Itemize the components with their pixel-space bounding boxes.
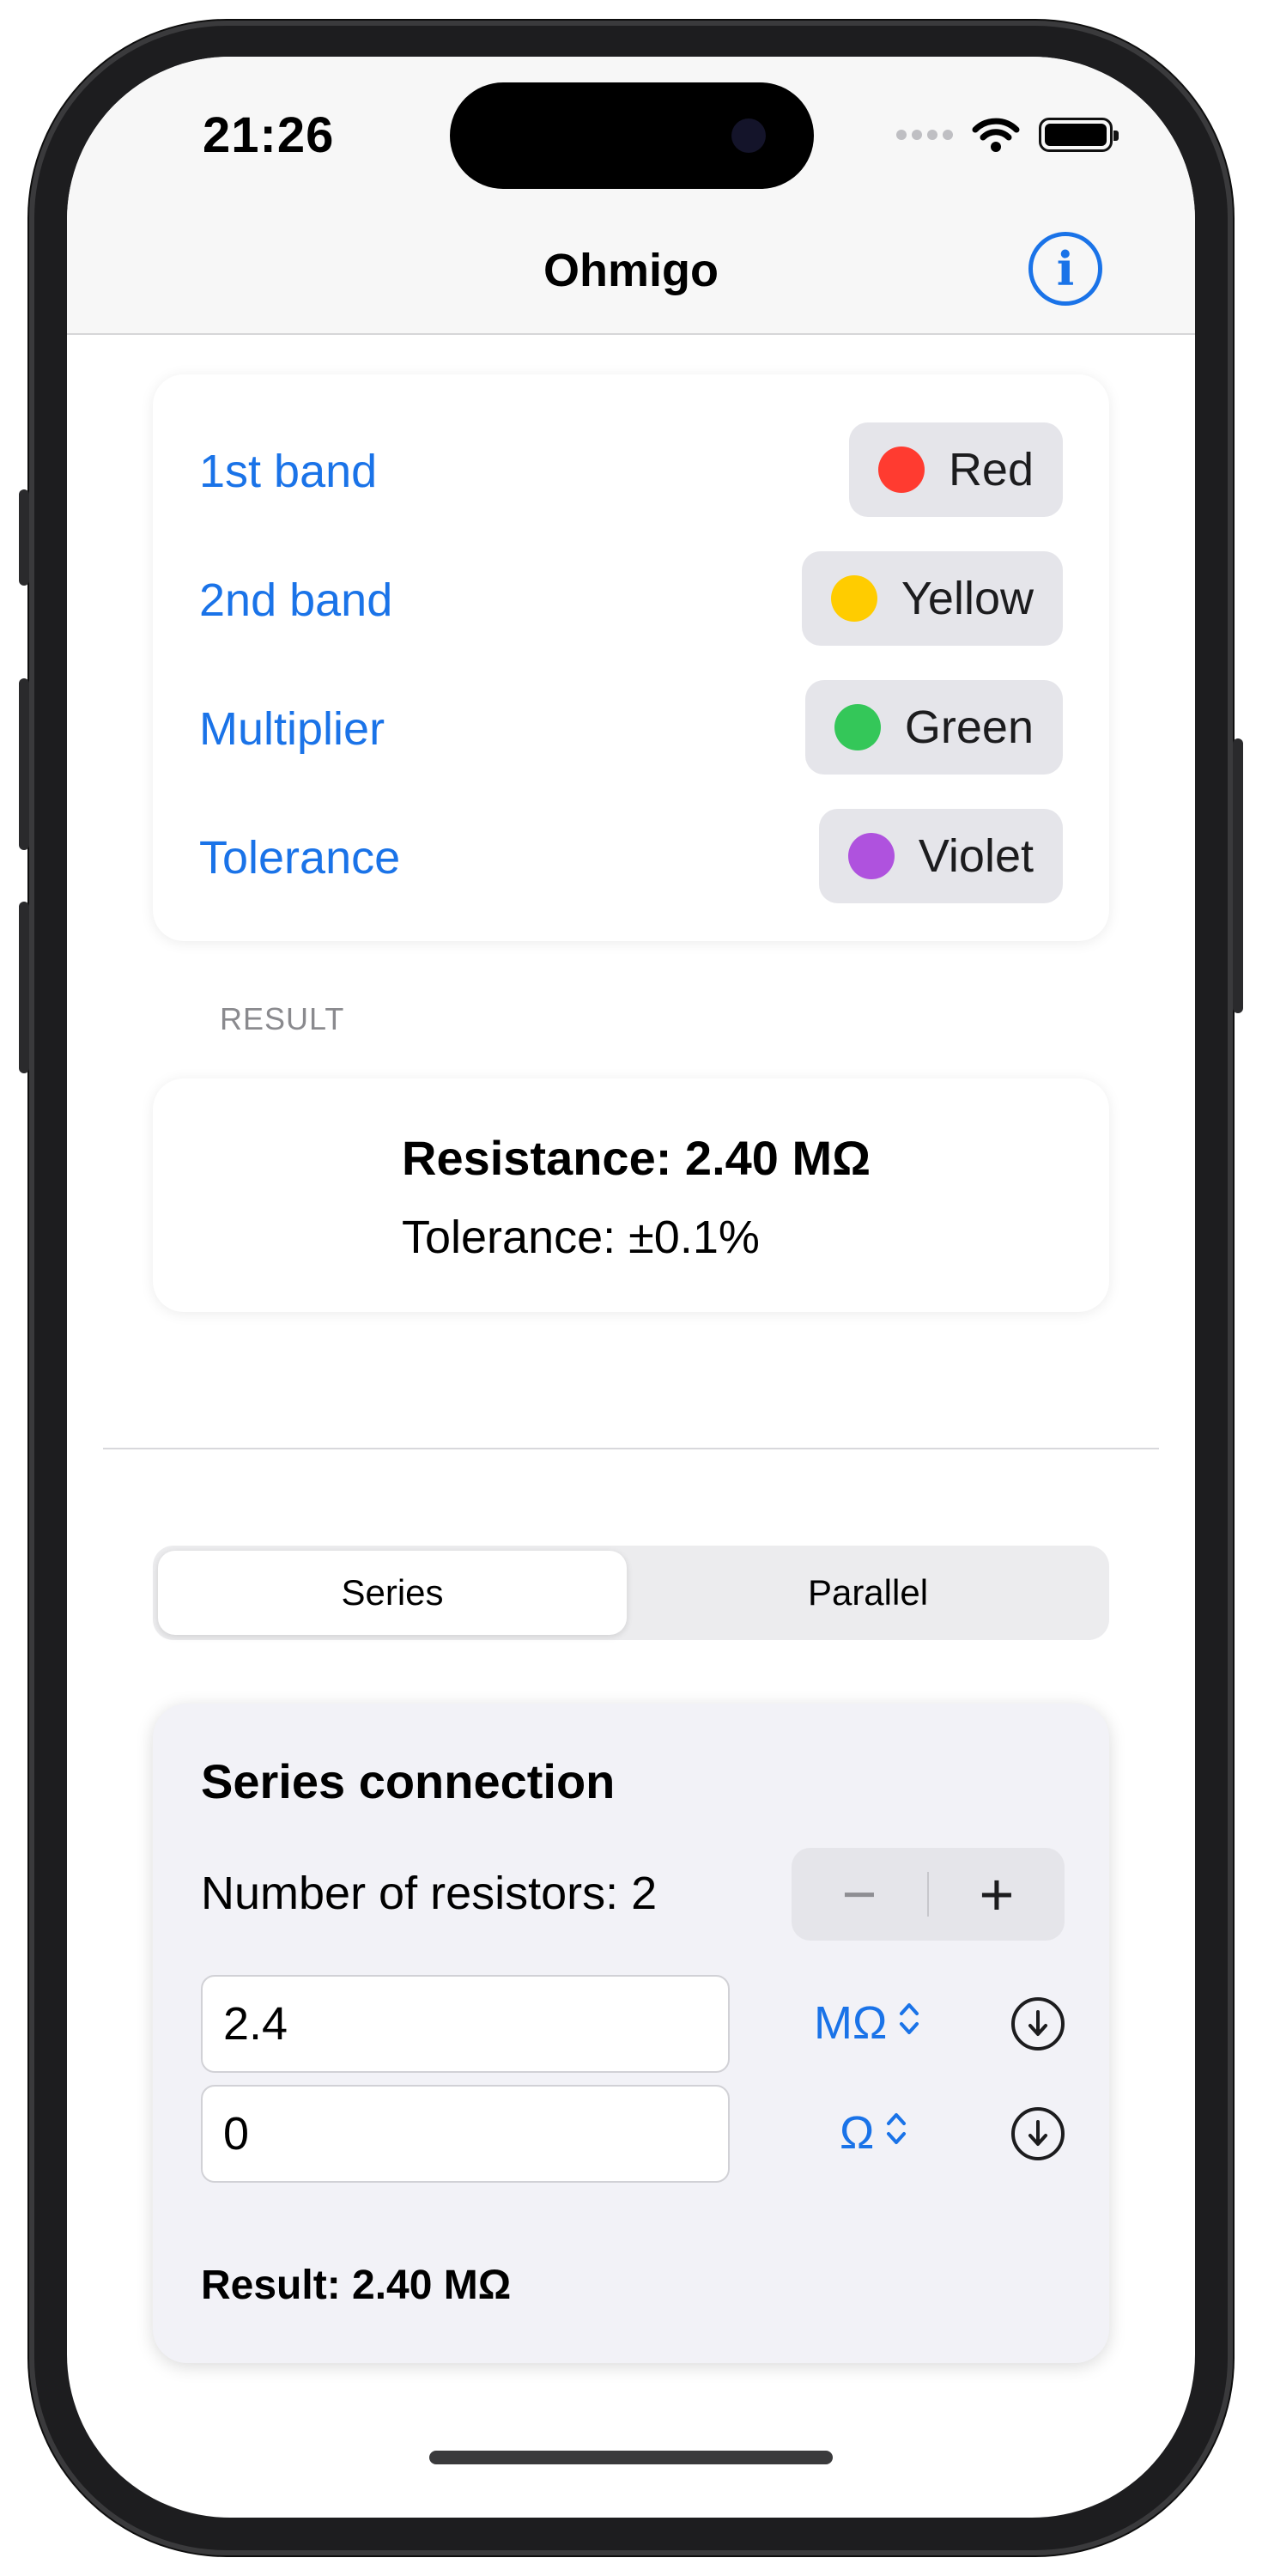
camera-icon: [731, 118, 766, 153]
info-circle-icon[interactable]: i: [1028, 232, 1102, 306]
screen: 21:26 Ohmigo i 1st band Red 2nd band Yel…: [67, 57, 1195, 2518]
band-row-multiplier[interactable]: Multiplier Green: [199, 680, 1063, 775]
arrow-down-circle-icon[interactable]: [1011, 2107, 1065, 2160]
increment-button[interactable]: +: [929, 1848, 1065, 1941]
band-label: Multiplier: [199, 703, 385, 755]
wifi-icon: [972, 118, 1020, 152]
power-button: [1233, 738, 1243, 1013]
color-swatch-icon: [830, 575, 877, 622]
band-label: 2nd band: [199, 574, 393, 626]
result-section-caption: RESULT: [220, 1001, 345, 1036]
unit-label: Ω: [840, 2107, 875, 2159]
band-row-1st[interactable]: 1st band Red: [199, 422, 1063, 517]
dynamic-island: [450, 82, 814, 189]
volume-up-button: [19, 678, 29, 850]
home-indicator[interactable]: [429, 2451, 833, 2464]
navigation-bar: 21:26 Ohmigo i: [67, 57, 1195, 335]
color-swatch-icon: [847, 833, 895, 879]
unit-picker-1[interactable]: MΩ: [814, 1989, 919, 2057]
band-colors-card: 1st band Red 2nd band Yellow Multiplier …: [153, 374, 1109, 941]
chevron-up-down-icon: [886, 2110, 907, 2156]
action-button: [19, 489, 29, 586]
color-name: Violet: [918, 830, 1034, 882]
color-picker-button[interactable]: Green: [804, 680, 1063, 775]
color-swatch-icon: [877, 447, 925, 493]
segment-series[interactable]: Series: [158, 1551, 627, 1635]
volume-down-button: [19, 902, 29, 1073]
resistor-count-stepper: − +: [792, 1848, 1065, 1941]
band-row-2nd[interactable]: 2nd band Yellow: [199, 551, 1063, 646]
decrement-button[interactable]: −: [792, 1848, 927, 1941]
resistance-result: Resistance: 2.40 MΩ: [402, 1131, 871, 1185]
status-time: 21:26: [203, 107, 335, 163]
color-picker-button[interactable]: Violet: [818, 809, 1063, 903]
chevron-up-down-icon: [899, 2000, 919, 2046]
unit-picker-2[interactable]: Ω: [840, 2099, 907, 2167]
section-divider: [103, 1448, 1159, 1449]
color-swatch-icon: [834, 704, 881, 750]
band-row-tolerance[interactable]: Tolerance Violet: [199, 809, 1063, 903]
segment-parallel[interactable]: Parallel: [634, 1551, 1102, 1635]
series-title: Series connection: [201, 1754, 616, 1808]
unit-label: MΩ: [814, 1997, 888, 2049]
color-picker-button[interactable]: Red: [848, 422, 1063, 517]
color-name: Green: [904, 702, 1034, 753]
resistor-value-input-2[interactable]: 0: [201, 2085, 730, 2183]
band-label: 1st band: [199, 446, 378, 497]
color-name: Red: [948, 444, 1034, 495]
connection-mode-segmented-control: Series Parallel: [153, 1546, 1109, 1640]
result-card: Resistance: 2.40 MΩ Tolerance: ±0.1%: [153, 1078, 1109, 1312]
series-connection-card: Series connection Number of resistors: 2…: [153, 1704, 1109, 2363]
color-picker-button[interactable]: Yellow: [801, 551, 1063, 646]
nav-title: Ohmigo: [543, 245, 719, 296]
resistor-count-label: Number of resistors: 2: [201, 1868, 658, 1919]
band-label: Tolerance: [199, 832, 401, 884]
color-name: Yellow: [901, 573, 1034, 624]
resistor-value-input-1[interactable]: 2.4: [201, 1975, 730, 2073]
device-stage: 21:26 Ohmigo i 1st band Red 2nd band Yel…: [0, 0, 1262, 2576]
battery-icon: [1039, 118, 1119, 152]
tolerance-result: Tolerance: ±0.1%: [402, 1212, 760, 1263]
cellular-signal-icon: [896, 130, 953, 140]
arrow-down-circle-icon[interactable]: [1011, 1997, 1065, 2050]
status-indicators: [896, 113, 1119, 156]
series-result: Result: 2.40 MΩ: [201, 2263, 512, 2308]
